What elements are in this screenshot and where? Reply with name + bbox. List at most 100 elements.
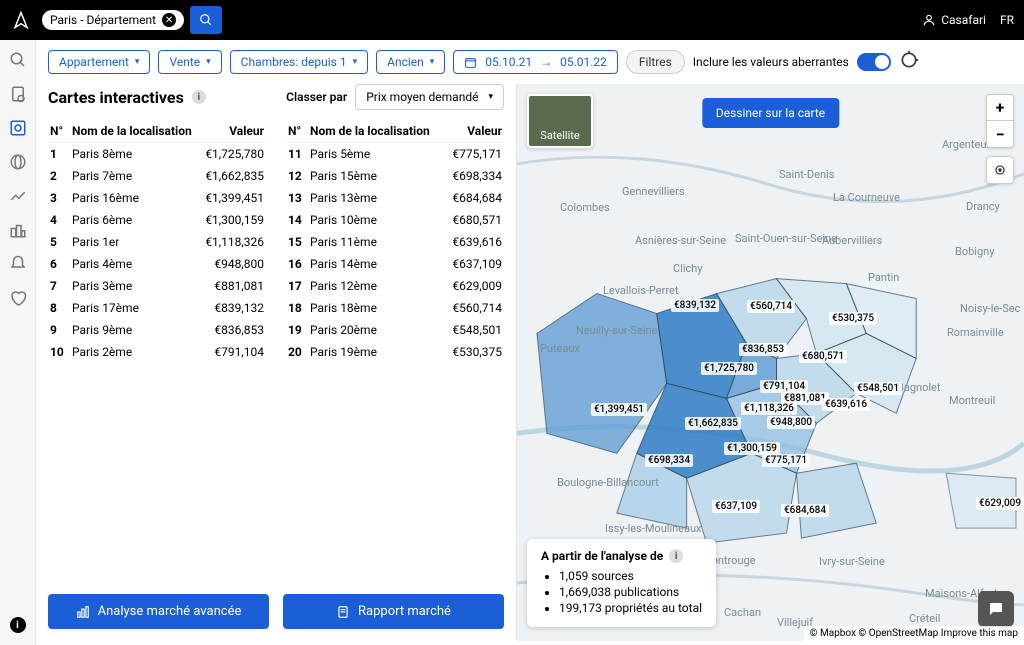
filter-condition[interactable]: Ancien▾ [376, 50, 445, 74]
city-label: Puteaux [540, 342, 580, 355]
price-label[interactable]: €836,853 [739, 343, 787, 356]
price-label[interactable]: €1,662,835 [685, 417, 741, 430]
table-right: N° Nom de la localisation Valeur 11Paris… [286, 120, 504, 363]
table-row[interactable]: 8Paris 17ème€839,132 [48, 297, 266, 319]
left-panel: Cartes interactives i Classer par Prix m… [36, 84, 516, 641]
map-nav-icon[interactable] [8, 118, 28, 138]
search-button[interactable] [190, 6, 222, 34]
price-label[interactable]: €775,171 [762, 454, 810, 467]
city-label: Montreuil [949, 394, 995, 407]
zoom-in-button[interactable]: + [987, 95, 1013, 121]
panel-title: Cartes interactives i [48, 88, 206, 107]
table-row[interactable]: 4Paris 6ème€1,300,159 [48, 209, 266, 231]
city-label: Clichy [673, 262, 703, 275]
heart-nav-icon[interactable] [8, 288, 28, 308]
analysis-summary: A partir de l'analyse dei 1,059 sources1… [527, 539, 716, 627]
chevron-down-icon: ▾ [488, 92, 493, 102]
app-logo[interactable] [10, 9, 32, 31]
satellite-toggle[interactable]: Satellite [527, 94, 593, 148]
table-row[interactable]: 6Paris 4ème€948,800 [48, 253, 266, 275]
table-row[interactable]: 13Paris 13ème€684,684 [286, 187, 504, 209]
chevron-down-icon: ▾ [206, 57, 211, 67]
city-label: Noisy-le-Sec [960, 302, 1020, 315]
table-row[interactable]: 11Paris 5ème€775,171 [286, 143, 504, 166]
price-label[interactable]: €530,375 [829, 312, 877, 325]
filter-rooms[interactable]: Chambres: depuis 1▾ [230, 50, 368, 74]
globe-nav-icon[interactable] [8, 152, 28, 172]
bell-nav-icon[interactable] [8, 254, 28, 274]
map-panel[interactable]: ArgenteuilSaint-DenisGennevilliersLa Cou… [516, 84, 1024, 641]
filter-more[interactable]: Filtres [626, 50, 685, 74]
table-row[interactable]: 2Paris 7ème€1,662,835 [48, 165, 266, 187]
table-row[interactable]: 5Paris 1er€1,118,326 [48, 231, 266, 253]
filter-type[interactable]: Appartement▾ [48, 50, 150, 74]
doc-icon [336, 605, 350, 619]
table-row[interactable]: 15Paris 11ème€639,616 [286, 231, 504, 253]
table-row[interactable]: 3Paris 16ème€1,399,451 [48, 187, 266, 209]
filter-transaction[interactable]: Vente▾ [158, 50, 221, 74]
user-menu[interactable]: Casafari [922, 13, 986, 27]
price-label[interactable]: €684,684 [781, 504, 829, 517]
city-label: Gennevilliers [622, 185, 685, 198]
filter-date-range[interactable]: 05.10.21 → 05.01.22 [453, 50, 618, 74]
buildings-nav-icon[interactable] [8, 220, 28, 240]
advanced-analysis-button[interactable]: Analyse marché avancée [48, 594, 269, 629]
table-row[interactable]: 9Paris 9ème€836,853 [48, 319, 266, 341]
sort-label: Classer par [286, 90, 347, 104]
table-row[interactable]: 16Paris 14ème€637,109 [286, 253, 504, 275]
price-label[interactable]: €839,132 [671, 299, 719, 312]
draw-on-map-button[interactable]: Dessiner sur la carte [702, 98, 839, 128]
table-row[interactable]: 10Paris 2ème€791,104 [48, 341, 266, 363]
doc-nav-icon[interactable] [8, 84, 28, 104]
chart-nav-icon[interactable] [8, 186, 28, 206]
price-label[interactable]: €560,714 [747, 300, 795, 313]
col-num: N° [286, 120, 308, 143]
analysis-line: 1,669,038 publications [559, 585, 702, 599]
price-label[interactable]: €637,109 [712, 500, 760, 513]
info-icon[interactable]: i [192, 90, 206, 104]
price-label[interactable]: €680,571 [799, 350, 847, 363]
table-row[interactable]: 7Paris 3ème€881,081 [48, 275, 266, 297]
price-label[interactable]: €948,800 [767, 416, 815, 429]
table-row[interactable]: 14Paris 10ème€680,571 [286, 209, 504, 231]
city-label: Argenteuil [942, 138, 992, 151]
price-label[interactable]: €548,501 [854, 382, 902, 395]
lang-switch[interactable]: FR [1000, 13, 1014, 27]
price-label[interactable]: €698,334 [645, 454, 693, 467]
table-row[interactable]: 20Paris 19ème€530,375 [286, 341, 504, 363]
city-label: Cachan [724, 606, 761, 619]
price-label[interactable]: €1,118,326 [741, 402, 797, 415]
table-left: N° Nom de la localisation Valeur 1Paris … [48, 120, 266, 363]
city-label: Saint-Denis [779, 168, 834, 181]
city-label: Bagnolet [897, 381, 940, 394]
chart-icon [76, 605, 90, 619]
outliers-toggle-label: Inclure les valeurs aberrantes [693, 55, 849, 69]
city-label: Créteil [909, 612, 940, 625]
search-pill[interactable]: Paris - Département ✕ [42, 10, 184, 30]
reset-icon[interactable] [899, 50, 919, 74]
outliers-toggle[interactable] [857, 53, 891, 71]
city-label: Romainville [947, 326, 1004, 339]
price-label[interactable]: €1,725,780 [701, 362, 757, 375]
info-icon[interactable]: i [669, 549, 683, 563]
table-row[interactable]: 18Paris 18ème€560,714 [286, 297, 504, 319]
city-label: Colombes [560, 201, 610, 214]
city-label: Drancy [966, 200, 1000, 213]
clear-search-icon[interactable]: ✕ [162, 13, 176, 27]
price-label[interactable]: €1,399,451 [591, 403, 647, 416]
info-nav-icon[interactable]: i [8, 615, 28, 635]
price-label[interactable]: €639,616 [822, 398, 870, 411]
table-row[interactable]: 1Paris 8ème€1,725,780 [48, 143, 266, 166]
zoom-out-button[interactable]: − [987, 121, 1013, 147]
sort-select[interactable]: Prix moyen demandé ▾ [355, 84, 504, 110]
locate-button[interactable] [986, 156, 1014, 184]
search-nav-icon[interactable] [8, 50, 28, 70]
chat-widget[interactable] [978, 591, 1014, 627]
market-report-button[interactable]: Rapport marché [283, 594, 504, 629]
table-row[interactable]: 17Paris 12ème€629,009 [286, 275, 504, 297]
city-label: Asnières-sur-Seine [635, 234, 726, 247]
chevron-down-icon: ▾ [430, 57, 435, 67]
table-row[interactable]: 19Paris 20ème€548,501 [286, 319, 504, 341]
price-label[interactable]: €629,009 [976, 497, 1024, 510]
table-row[interactable]: 12Paris 15ème€698,334 [286, 165, 504, 187]
